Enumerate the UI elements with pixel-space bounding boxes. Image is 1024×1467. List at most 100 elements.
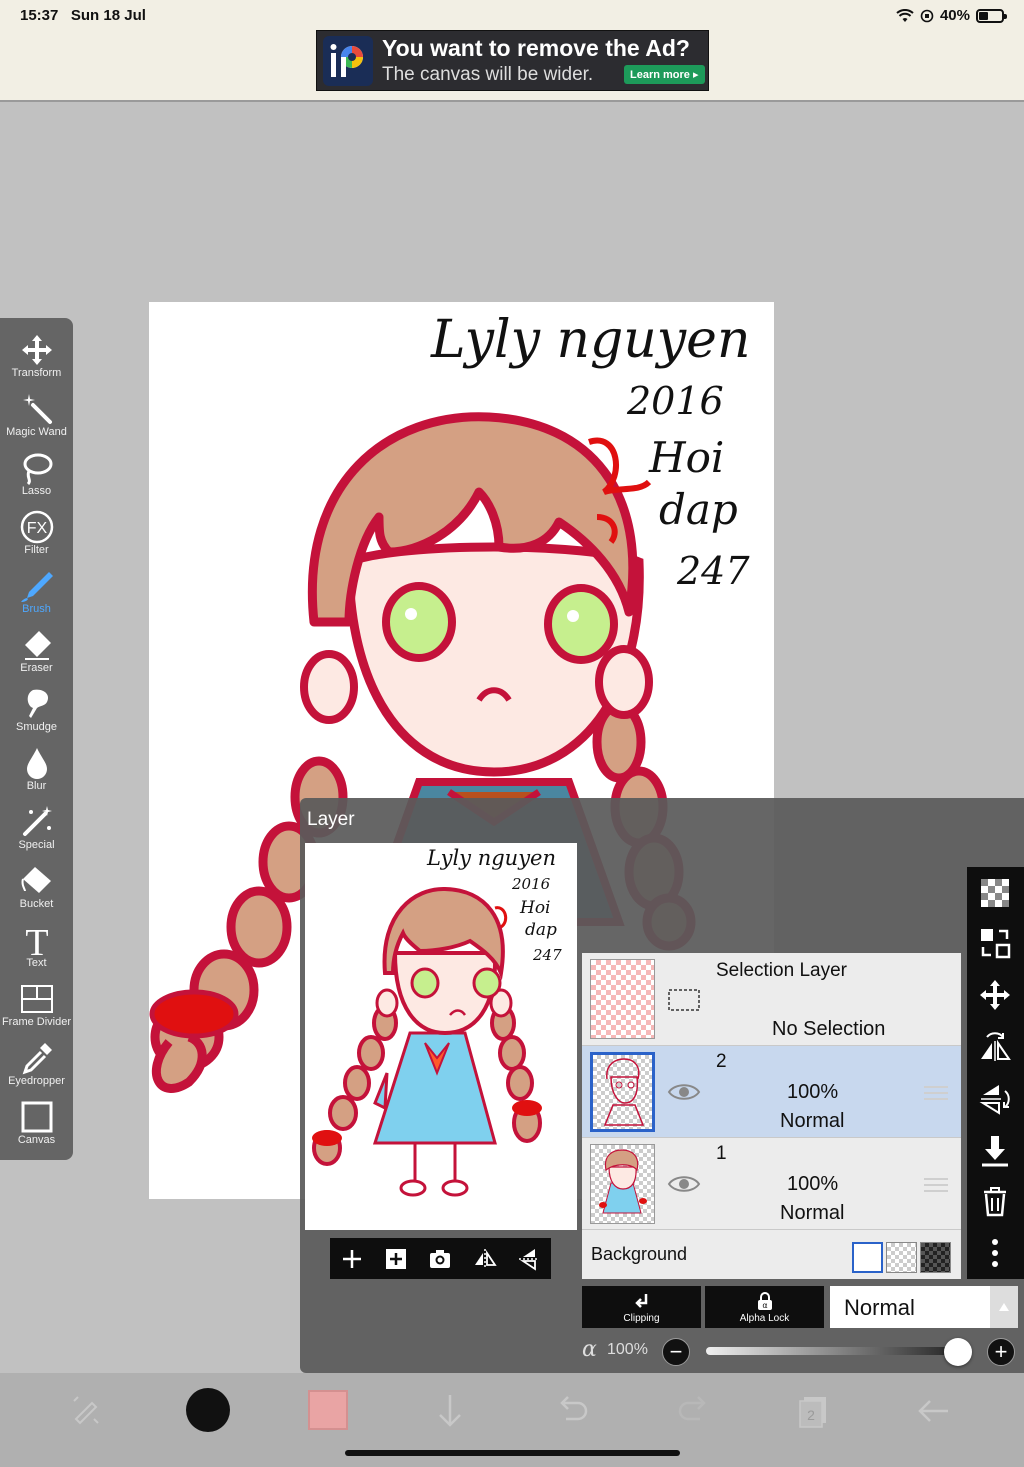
layers-count-icon[interactable]: 2 <box>790 1389 834 1433</box>
opacity-slider-knob[interactable] <box>944 1338 972 1366</box>
layer-2-drag-handle[interactable] <box>924 1086 948 1100</box>
orientation-lock-icon <box>920 9 934 22</box>
add-layer-icon[interactable] <box>340 1247 364 1271</box>
layers-list: Selection Layer No Selection 2 100% Norm… <box>582 953 961 1279</box>
more-options-icon[interactable] <box>977 1235 1013 1271</box>
tool-frame-divider[interactable]: Frame Divider <box>0 977 73 1035</box>
signature-line-3: Hoi <box>648 433 724 482</box>
tool-special[interactable]: Special <box>0 800 73 858</box>
magic-wand-icon <box>22 394 52 424</box>
secondary-color-swatch[interactable] <box>308 1390 348 1430</box>
add-layer-box-icon[interactable] <box>384 1247 408 1271</box>
preview-signature-line-5: 247 <box>532 946 562 964</box>
merge-down-icon[interactable] <box>977 1133 1013 1169</box>
opacity-slider[interactable] <box>706 1347 960 1355</box>
triangle-up-icon <box>999 1303 1009 1311</box>
brush-icon <box>20 572 53 602</box>
tool-sidebar: Transform Magic Wand Lasso FX Filter Bru… <box>0 318 73 1160</box>
svg-text:FX: FX <box>26 520 47 537</box>
wifi-icon <box>896 8 914 22</box>
tool-lasso[interactable]: Lasso <box>0 446 73 504</box>
layer-row-2[interactable]: 2 100% Normal <box>582 1046 961 1138</box>
background-label: Background <box>591 1244 688 1264</box>
fx-icon: FX <box>20 510 53 544</box>
layer-1-thumb-art <box>599 1149 647 1214</box>
ad-banner[interactable]: You want to remove the Ad? The canvas wi… <box>316 30 709 91</box>
flip-layer-horizontal-icon[interactable] <box>977 1029 1013 1065</box>
ad-subtitle: The canvas will be wider. <box>382 64 594 85</box>
tool-blur[interactable]: Blur <box>0 741 73 799</box>
battery-icon <box>976 8 1007 23</box>
layer-2-thumb-art <box>603 1058 645 1126</box>
move-layer-icon[interactable] <box>977 977 1013 1013</box>
bucket-icon <box>20 867 51 893</box>
preview-signature-line-1: Lyly nguyen <box>426 846 556 870</box>
layer-2-visibility-eye-icon[interactable] <box>667 1081 701 1103</box>
frame-divider-icon <box>20 985 53 1013</box>
status-bar: 15:37 Sun 18 Jul 40% You want to remove … <box>0 0 1024 102</box>
tool-smudge[interactable]: Smudge <box>0 682 73 740</box>
blend-mode-select[interactable]: Normal <box>830 1286 1018 1328</box>
layer-2-name: 2 <box>716 1051 727 1072</box>
svg-text:2: 2 <box>807 1407 815 1423</box>
eyedropper-icon <box>22 1043 52 1075</box>
camera-icon[interactable] <box>428 1247 452 1271</box>
background-row: Background <box>582 1230 961 1279</box>
home-indicator[interactable] <box>345 1450 680 1456</box>
opacity-decrease-button[interactable]: − <box>662 1338 690 1366</box>
preview-signature-line-3: Hoi <box>519 898 551 918</box>
opacity-row: α 100% − + <box>582 1336 1024 1368</box>
delete-layer-icon[interactable] <box>977 1183 1013 1219</box>
tool-eraser[interactable]: Eraser <box>0 623 73 681</box>
signature-line-1: Lyly nguyen <box>430 310 750 370</box>
ad-learn-more-button[interactable]: Learn more ▸ <box>624 65 705 84</box>
svg-text:α: α <box>762 1301 767 1310</box>
signature-line-5: 247 <box>676 549 750 593</box>
ibis-logo-icon <box>323 36 373 86</box>
selection-layer-row[interactable]: Selection Layer No Selection <box>582 953 961 1046</box>
lasso-icon <box>23 453 52 486</box>
layer-row-1[interactable]: 1 100% Normal <box>582 1138 961 1230</box>
redo-icon[interactable] <box>672 1389 716 1433</box>
clipping-button[interactable]: Clipping <box>582 1286 701 1328</box>
tool-magic-wand[interactable]: Magic Wand <box>0 387 73 445</box>
layer-1-visibility-eye-icon[interactable] <box>667 1173 701 1195</box>
alpha-symbol: α <box>582 1337 597 1362</box>
background-transparent-swatch[interactable] <box>886 1242 917 1273</box>
blend-mode-arrow[interactable] <box>990 1286 1018 1328</box>
tool-brush[interactable]: Brush <box>0 564 73 622</box>
background-white-swatch[interactable] <box>852 1242 883 1273</box>
eraser-icon <box>24 631 51 660</box>
preview-signature-line-2: 2016 <box>511 875 551 893</box>
tool-transform[interactable]: Transform <box>0 328 73 386</box>
text-icon: T <box>25 922 48 958</box>
move-icon <box>21 335 52 365</box>
layer-1-drag-handle[interactable] <box>924 1178 948 1192</box>
layer-side-toolbar <box>967 867 1024 1279</box>
undo-icon[interactable] <box>550 1389 594 1433</box>
background-dark-swatch[interactable] <box>920 1242 951 1273</box>
alpha-lock-button[interactable]: α Alpha Lock <box>705 1286 824 1328</box>
quick-tools-icon[interactable] <box>64 1389 108 1433</box>
layer-1-blend-mode: Normal <box>780 1202 845 1224</box>
signature-line-4: dap <box>659 485 738 534</box>
clipping-arrow-icon <box>635 1294 648 1308</box>
arrow-down-icon[interactable] <box>428 1389 472 1433</box>
flip-layer-vertical-icon[interactable] <box>977 1081 1013 1117</box>
special-icon <box>22 806 52 836</box>
primary-color-swatch[interactable] <box>186 1388 230 1432</box>
flip-horizontal-icon[interactable] <box>473 1247 497 1271</box>
flip-vertical-icon[interactable] <box>517 1247 541 1271</box>
tool-filter[interactable]: FX Filter <box>0 505 73 563</box>
selection-layer-thumbnail <box>590 959 655 1039</box>
back-arrow-icon[interactable] <box>912 1389 956 1433</box>
layer-transfer-icon[interactable] <box>977 925 1013 961</box>
signature-line-2: 2016 <box>626 379 724 423</box>
transparency-checker-icon[interactable] <box>977 875 1013 911</box>
opacity-increase-button[interactable]: + <box>987 1338 1015 1366</box>
tool-bucket[interactable]: Bucket <box>0 859 73 917</box>
tool-canvas[interactable]: Canvas <box>0 1095 73 1153</box>
tool-text[interactable]: T Text <box>0 918 73 976</box>
layer-2-opacity: 100% <box>787 1081 839 1103</box>
tool-eyedropper[interactable]: Eyedropper <box>0 1036 73 1094</box>
